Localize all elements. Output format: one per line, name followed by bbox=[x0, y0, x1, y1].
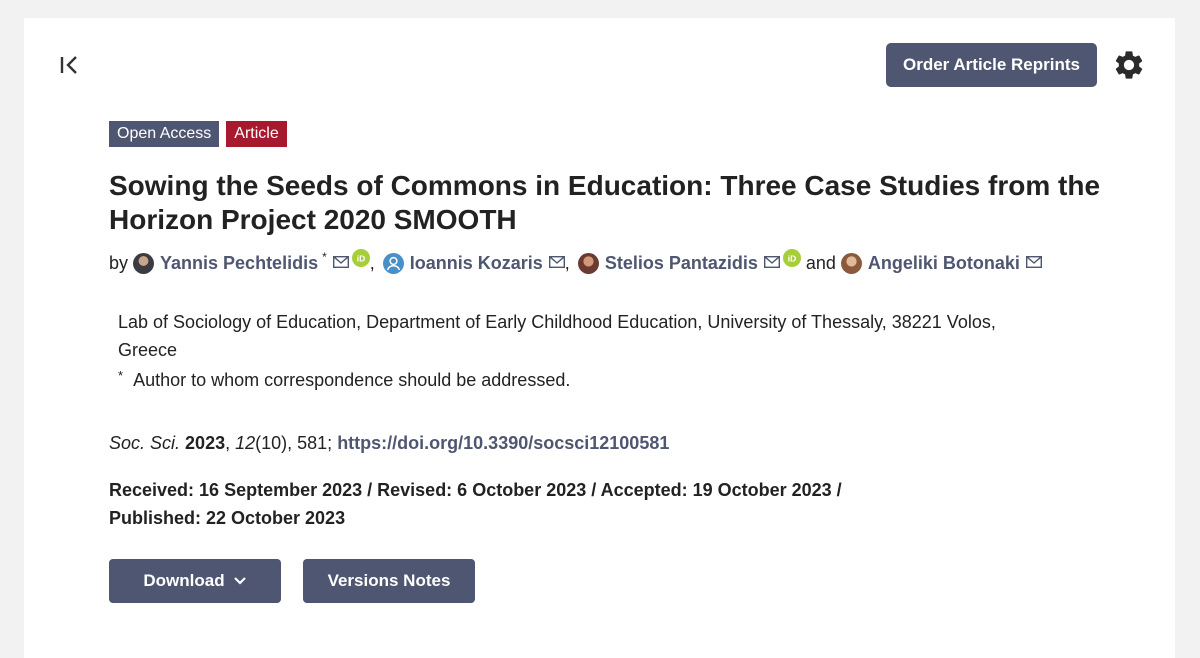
author-separator: , bbox=[564, 253, 570, 273]
mail-icon[interactable] bbox=[548, 255, 565, 268]
author-avatar bbox=[577, 253, 599, 274]
citation-volume: 12 bbox=[235, 433, 256, 453]
chevron-down-icon bbox=[233, 577, 246, 585]
svg-text:iD: iD bbox=[788, 253, 797, 263]
corresponding-author-mark: * bbox=[322, 249, 327, 264]
author-link-yannis-pechtelidis[interactable]: Yannis Pechtelidis bbox=[160, 253, 318, 274]
mail-icon[interactable] bbox=[332, 255, 349, 268]
download-label: Download bbox=[143, 571, 225, 590]
correspondence-note: * Author to whom correspondence should be… bbox=[118, 368, 571, 391]
doi-link[interactable]: https://doi.org/10.3390/socsci12100581 bbox=[337, 433, 669, 453]
article-badges: Open Access Article bbox=[109, 121, 287, 147]
author-link-angeliki-botonaki[interactable]: Angeliki Botonaki bbox=[868, 253, 1020, 274]
collapse-sidebar-icon[interactable] bbox=[59, 54, 81, 76]
author-avatar bbox=[133, 253, 155, 274]
download-button[interactable]: Download bbox=[109, 559, 281, 603]
author-separator: , bbox=[369, 253, 375, 273]
publication-dates: Received: 16 September 2023 / Revised: 6… bbox=[109, 476, 909, 532]
article-type-badge: Article bbox=[226, 121, 287, 147]
author-avatar bbox=[840, 253, 862, 274]
article-title: Sowing the Seeds of Commons in Education… bbox=[109, 170, 1101, 235]
mail-icon[interactable] bbox=[1025, 255, 1042, 268]
dates-line-2: Published: 22 October 2023 bbox=[109, 508, 346, 528]
journal-abbrev: Soc. Sci. bbox=[109, 433, 181, 453]
user-icon bbox=[382, 253, 404, 274]
gear-icon[interactable] bbox=[1112, 48, 1146, 82]
author-link-stelios-pantazidis[interactable]: Stelios Pantazidis bbox=[605, 253, 758, 274]
dates-line-1: Received: 16 September 2023 / Revised: 6… bbox=[109, 480, 842, 500]
orcid-icon[interactable]: iD bbox=[351, 248, 370, 267]
citation-separator: , bbox=[225, 433, 236, 453]
citation-issue-pages: (10), 581; bbox=[255, 433, 338, 453]
order-reprints-button[interactable]: Order Article Reprints bbox=[886, 43, 1097, 87]
correspondence-text: Author to whom correspondence should be … bbox=[133, 370, 571, 390]
author-conjunction: and bbox=[805, 253, 836, 273]
affiliation: Lab of Sociology of Education, Departmen… bbox=[118, 312, 996, 360]
author-link-ioannis-kozaris[interactable]: Ioannis Kozaris bbox=[410, 253, 543, 274]
svg-text:iD: iD bbox=[357, 253, 366, 263]
orcid-icon[interactable]: iD bbox=[782, 248, 801, 267]
correspondence-mark: * bbox=[118, 368, 124, 383]
article-header-card: Order Article Reprints Open Access Artic… bbox=[24, 18, 1175, 658]
versions-notes-button[interactable]: Versions Notes bbox=[303, 559, 475, 603]
citation: Soc. Sci. 2023, 12(10), 581; https://doi… bbox=[109, 433, 669, 454]
mail-icon[interactable] bbox=[763, 255, 780, 268]
author-list: by Yannis Pechtelidis * iD , Ioannis Koz… bbox=[109, 248, 1042, 274]
citation-year: 2023 bbox=[185, 433, 226, 453]
by-label: by bbox=[109, 253, 129, 273]
open-access-badge[interactable]: Open Access bbox=[109, 121, 220, 147]
